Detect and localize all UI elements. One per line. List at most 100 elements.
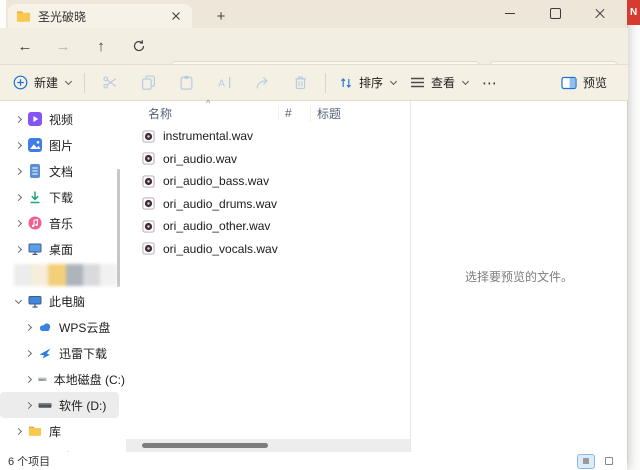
sidebar-item-documents[interactable]: 文档 bbox=[0, 158, 125, 184]
sidebar-item-videos[interactable]: 视频 bbox=[0, 106, 125, 132]
back-button[interactable]: ← bbox=[12, 33, 38, 59]
chevron-right-icon[interactable] bbox=[25, 401, 32, 408]
details-view-toggle[interactable] bbox=[577, 454, 595, 469]
chevron-right-icon[interactable] bbox=[15, 167, 22, 174]
sidebar-item-label: 迅雷下载 bbox=[59, 345, 107, 362]
sidebar-item-thunder-downloads[interactable]: 迅雷下载 bbox=[0, 340, 125, 366]
sidebar-item-network[interactable]: 网络 bbox=[0, 444, 125, 452]
chevron-down-icon[interactable] bbox=[15, 296, 22, 303]
list-lines-icon bbox=[410, 76, 425, 89]
rename-button[interactable]: A bbox=[205, 69, 243, 97]
file-row[interactable]: ori_audio_vocals.wav bbox=[126, 238, 410, 261]
preview-pane-icon bbox=[561, 76, 577, 90]
chevron-right-icon[interactable] bbox=[15, 115, 22, 122]
audio-file-icon bbox=[142, 197, 155, 210]
chevron-right-icon[interactable] bbox=[15, 219, 22, 226]
desktop-icon bbox=[28, 242, 42, 256]
new-button[interactable]: 新建 bbox=[6, 69, 78, 97]
sidebar-item-label: 图片 bbox=[49, 137, 73, 154]
chevron-down-icon bbox=[390, 77, 397, 84]
paste-button[interactable] bbox=[167, 69, 205, 97]
chevron-down-icon bbox=[65, 77, 72, 84]
desktop: 圣光破晓 + ← → ↑ › bbox=[0, 0, 640, 470]
new-button-label: 新建 bbox=[34, 74, 58, 91]
file-row[interactable]: ori_audio_bass.wav bbox=[126, 170, 410, 193]
sidebar-item-label: 视频 bbox=[49, 111, 73, 128]
background-window-fragment[interactable]: N bbox=[627, 0, 640, 25]
column-header-title[interactable]: 标题 bbox=[310, 105, 341, 122]
music-icon bbox=[28, 216, 42, 230]
file-name: ori_audio_drums.wav bbox=[163, 197, 277, 211]
chevron-down-icon bbox=[462, 77, 469, 84]
close-button[interactable] bbox=[591, 4, 609, 22]
sort-button[interactable]: 排序 bbox=[332, 69, 403, 97]
sidebar-item-label: 桌面 bbox=[49, 241, 73, 258]
cut-button[interactable] bbox=[91, 69, 129, 97]
documents-icon bbox=[28, 164, 42, 178]
sidebar-item-this-pc[interactable]: 此电脑 bbox=[0, 288, 125, 314]
tab-title: 圣光破晓 bbox=[38, 8, 161, 25]
disk-drive-icon bbox=[38, 372, 47, 386]
command-toolbar: 新建 A bbox=[0, 64, 628, 101]
file-row[interactable]: ori_audio_other.wav bbox=[126, 215, 410, 238]
forward-button[interactable]: → bbox=[50, 33, 76, 59]
file-row[interactable]: instrumental.wav bbox=[126, 125, 410, 148]
sidebar-item-redacted[interactable] bbox=[14, 264, 117, 286]
horizontal-scrollbar-thumb[interactable] bbox=[142, 443, 268, 448]
column-header-name[interactable]: 名称 bbox=[126, 105, 278, 122]
sidebar-item-label: 此电脑 bbox=[49, 293, 85, 310]
item-count: 6 个项目 bbox=[8, 453, 50, 469]
up-button[interactable]: ↑ bbox=[88, 33, 114, 59]
chevron-right-icon[interactable] bbox=[15, 427, 22, 434]
chevron-right-icon[interactable] bbox=[25, 323, 32, 330]
column-header-number[interactable]: # bbox=[278, 106, 310, 120]
share-button[interactable] bbox=[243, 69, 281, 97]
tab-close-icon[interactable] bbox=[168, 8, 184, 24]
main-content: 视频 图片 文档 下载 bbox=[0, 101, 627, 452]
file-row[interactable]: ori_audio.wav bbox=[126, 148, 410, 171]
sidebar-item-desktop[interactable]: 桌面 bbox=[0, 236, 125, 262]
sidebar-item-pictures[interactable]: 图片 bbox=[0, 132, 125, 158]
folder-icon bbox=[16, 9, 31, 24]
toolbar-divider bbox=[84, 73, 85, 93]
sidebar-item-downloads[interactable]: 下载 bbox=[0, 184, 125, 210]
navigation-bar: ← → ↑ › "浏览器下载"中的搜索结果 › 圣光破晓 在 圣光破晓 中搜 bbox=[0, 28, 628, 64]
chevron-right-icon[interactable] bbox=[25, 349, 32, 356]
audio-file-icon bbox=[142, 175, 155, 188]
preview-toggle-label: 预览 bbox=[583, 74, 607, 91]
sidebar-item-wps-cloud[interactable]: WPS云盘 bbox=[0, 314, 125, 340]
more-button[interactable]: ⋯ bbox=[475, 69, 505, 97]
sidebar-item-label: 音乐 bbox=[49, 215, 73, 232]
copy-button[interactable] bbox=[129, 69, 167, 97]
videos-icon bbox=[28, 112, 42, 126]
new-tab-button[interactable]: + bbox=[210, 5, 232, 27]
sidebar-item-music[interactable]: 音乐 bbox=[0, 210, 125, 236]
sidebar-scrollbar[interactable] bbox=[117, 169, 120, 287]
explorer-tab[interactable]: 圣光破晓 bbox=[8, 4, 192, 28]
large-icons-view-toggle[interactable] bbox=[605, 457, 613, 465]
chevron-right-icon[interactable] bbox=[15, 141, 22, 148]
toolbar-divider bbox=[325, 73, 326, 93]
sort-ascending-icon: ^ bbox=[206, 98, 210, 108]
file-explorer-window: 圣光破晓 + ← → ↑ › bbox=[0, 0, 628, 470]
sidebar-item-label: 下载 bbox=[49, 189, 73, 206]
delete-button[interactable] bbox=[281, 69, 319, 97]
chevron-right-icon[interactable] bbox=[15, 193, 22, 200]
view-toggles bbox=[577, 454, 613, 469]
file-name: ori_audio_other.wav bbox=[163, 219, 270, 233]
sidebar-item-libraries[interactable]: 库 bbox=[0, 418, 125, 444]
sort-arrows-icon bbox=[339, 76, 353, 90]
preview-toggle-button[interactable]: 预览 bbox=[554, 69, 614, 97]
file-row[interactable]: ori_audio_drums.wav bbox=[126, 193, 410, 216]
sidebar-item-software-d[interactable]: 软件 (D:) bbox=[0, 392, 119, 418]
downloads-icon bbox=[28, 190, 42, 204]
horizontal-scrollbar[interactable] bbox=[126, 439, 410, 452]
chevron-right-icon[interactable] bbox=[25, 375, 32, 382]
chevron-right-icon[interactable] bbox=[15, 245, 22, 252]
refresh-button[interactable] bbox=[126, 33, 152, 59]
sidebar-item-local-disk-c[interactable]: 本地磁盘 (C:) bbox=[0, 366, 125, 392]
view-button[interactable]: 查看 bbox=[403, 69, 475, 97]
maximize-button[interactable] bbox=[546, 4, 564, 22]
minimize-button[interactable] bbox=[501, 4, 519, 22]
preview-empty-text: 选择要预览的文件。 bbox=[465, 268, 573, 285]
